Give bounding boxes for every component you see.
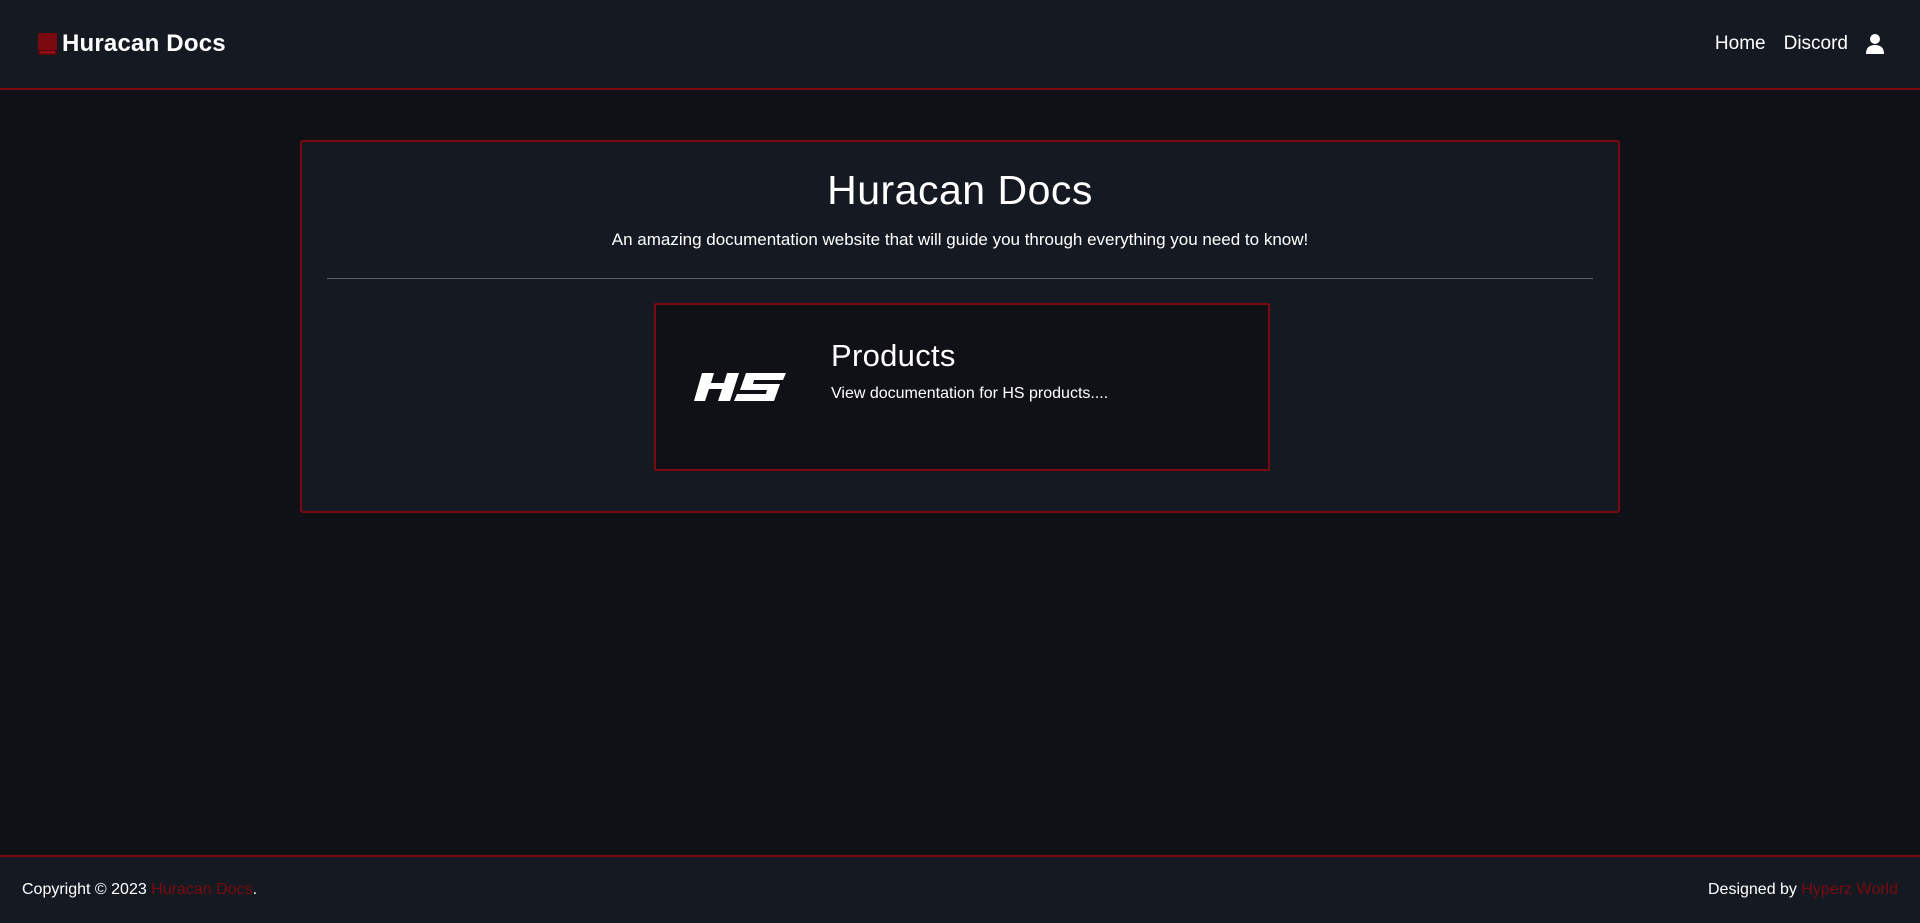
book-icon — [37, 32, 58, 56]
navbar: Huracan Docs Home Discord — [0, 0, 1920, 90]
page-subtitle: An amazing documentation website that wi… — [611, 230, 1309, 249]
nav-link-discord[interactable]: Discord — [1784, 33, 1848, 55]
nav-link-home[interactable]: Home — [1715, 33, 1766, 55]
copyright-link[interactable]: Huracan Docs — [151, 881, 252, 898]
brand-text: Huracan Docs — [62, 30, 226, 57]
copyright: Copyright © 2023 Huracan Docs. — [22, 881, 257, 899]
designer-link[interactable]: Hyperz World — [1801, 881, 1898, 898]
footer: Copyright © 2023 Huracan Docs. Designed … — [0, 855, 1920, 923]
brand-link[interactable]: Huracan Docs — [37, 30, 226, 58]
page-title: Huracan Docs — [827, 167, 1093, 213]
hs-logo-icon — [694, 367, 788, 407]
user-icon[interactable] — [1866, 34, 1884, 54]
card-description: View documentation for HS products.... — [831, 385, 1109, 402]
designed-by: Designed by Hyperz World — [1708, 881, 1898, 899]
hero-panel: Huracan Docs An amazing documentation we… — [300, 140, 1620, 513]
copyright-suffix: . — [252, 881, 258, 898]
copyright-prefix: Copyright © 2023 — [22, 881, 152, 898]
products-card[interactable]: Products View documentation for HS produ… — [654, 303, 1270, 471]
nav-links: Home Discord — [1697, 33, 1884, 55]
divider — [327, 278, 1593, 279]
card-title: Products — [831, 338, 956, 373]
designed-prefix: Designed by — [1707, 881, 1802, 898]
